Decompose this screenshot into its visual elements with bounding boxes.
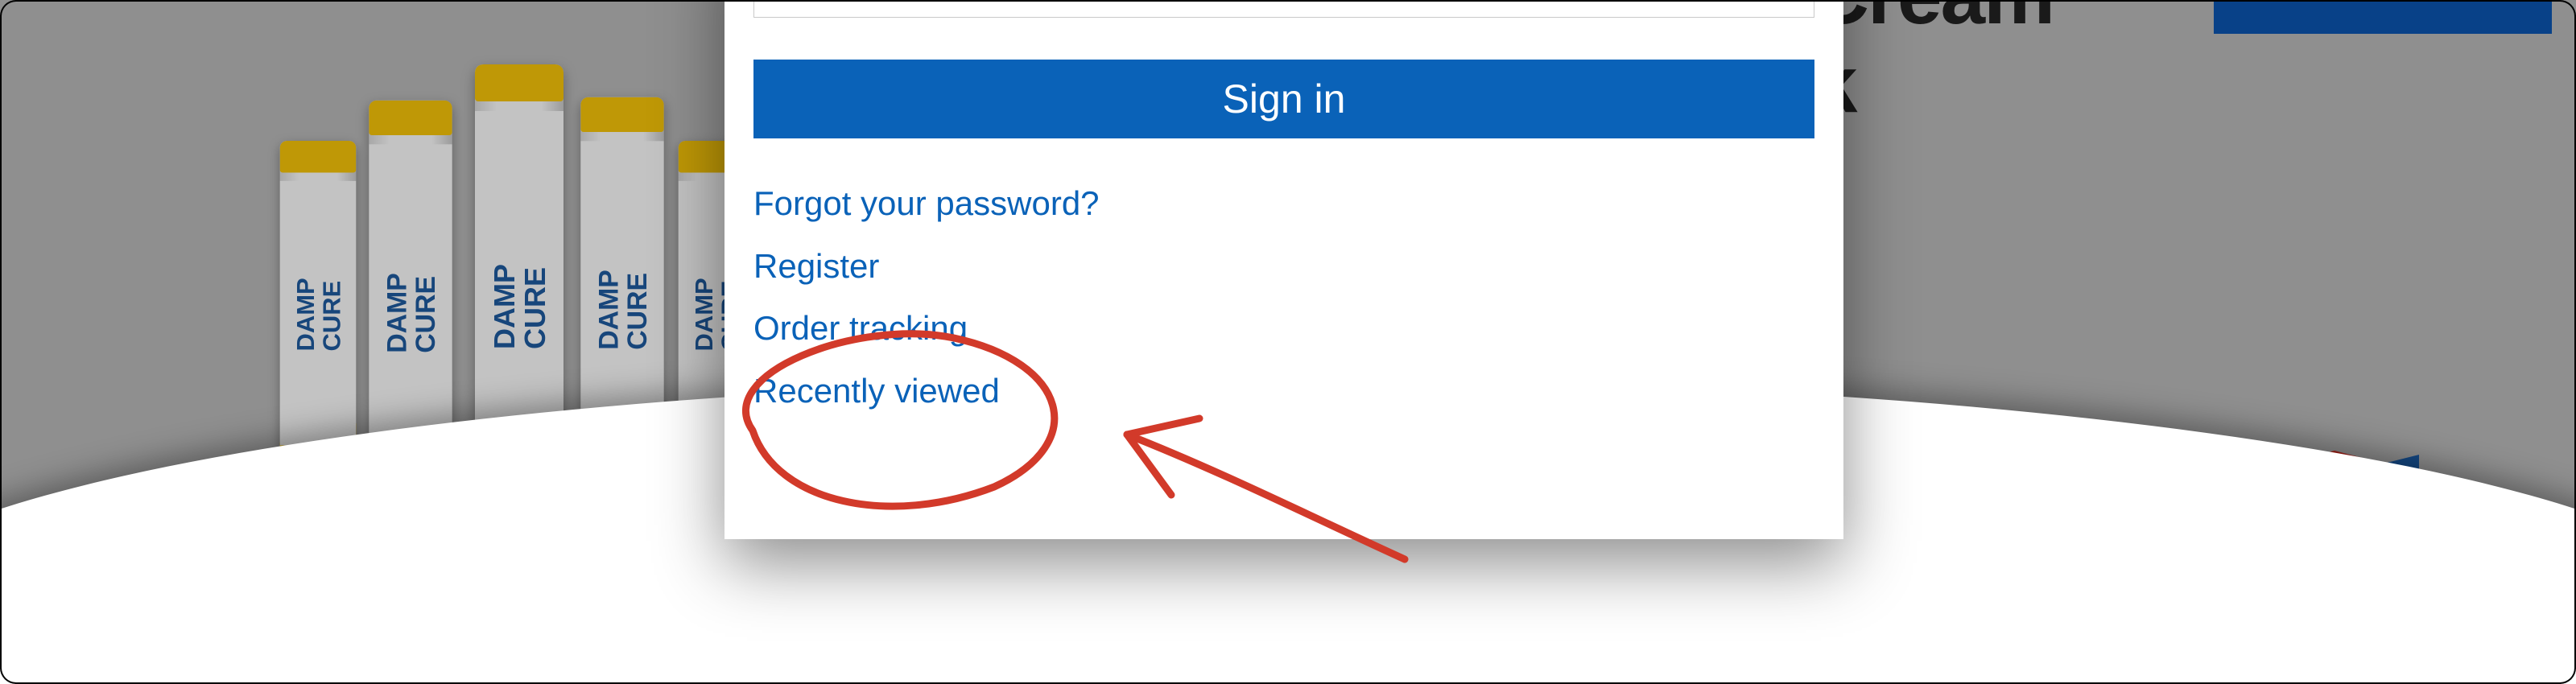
accent-bar bbox=[2214, 0, 2552, 34]
svg-text:DAMP: DAMP bbox=[291, 278, 320, 351]
signin-popover: Sign in Forgot your password? Register O… bbox=[724, 0, 1843, 539]
svg-text:CURE: CURE bbox=[622, 273, 653, 350]
order-tracking-link[interactable]: Order tracking bbox=[753, 297, 1814, 360]
svg-text:DAMP: DAMP bbox=[488, 264, 521, 349]
product-tube: DAMPCURE 380ml bbox=[280, 141, 357, 487]
svg-text:CURE: CURE bbox=[318, 281, 346, 352]
svg-text:DAMP: DAMP bbox=[593, 270, 624, 350]
password-field[interactable] bbox=[753, 0, 1814, 18]
svg-text:CURE: CURE bbox=[411, 276, 441, 353]
signin-links: Forgot your password? Register Order tra… bbox=[753, 172, 1814, 422]
page-stage: ing Cream Pack BUY NOW BBA APPROVAL INSP… bbox=[0, 0, 2576, 684]
signin-label: Sign in bbox=[1223, 76, 1346, 122]
register-link[interactable]: Register bbox=[753, 235, 1814, 298]
recently-viewed-link[interactable]: Recently viewed bbox=[753, 360, 1814, 422]
svg-text:CURE: CURE bbox=[518, 267, 551, 349]
svg-text:DAMP: DAMP bbox=[382, 273, 412, 353]
forgot-password-link[interactable]: Forgot your password? bbox=[753, 172, 1814, 235]
signin-button[interactable]: Sign in bbox=[753, 60, 1814, 138]
svg-text:DAMP: DAMP bbox=[690, 278, 718, 351]
